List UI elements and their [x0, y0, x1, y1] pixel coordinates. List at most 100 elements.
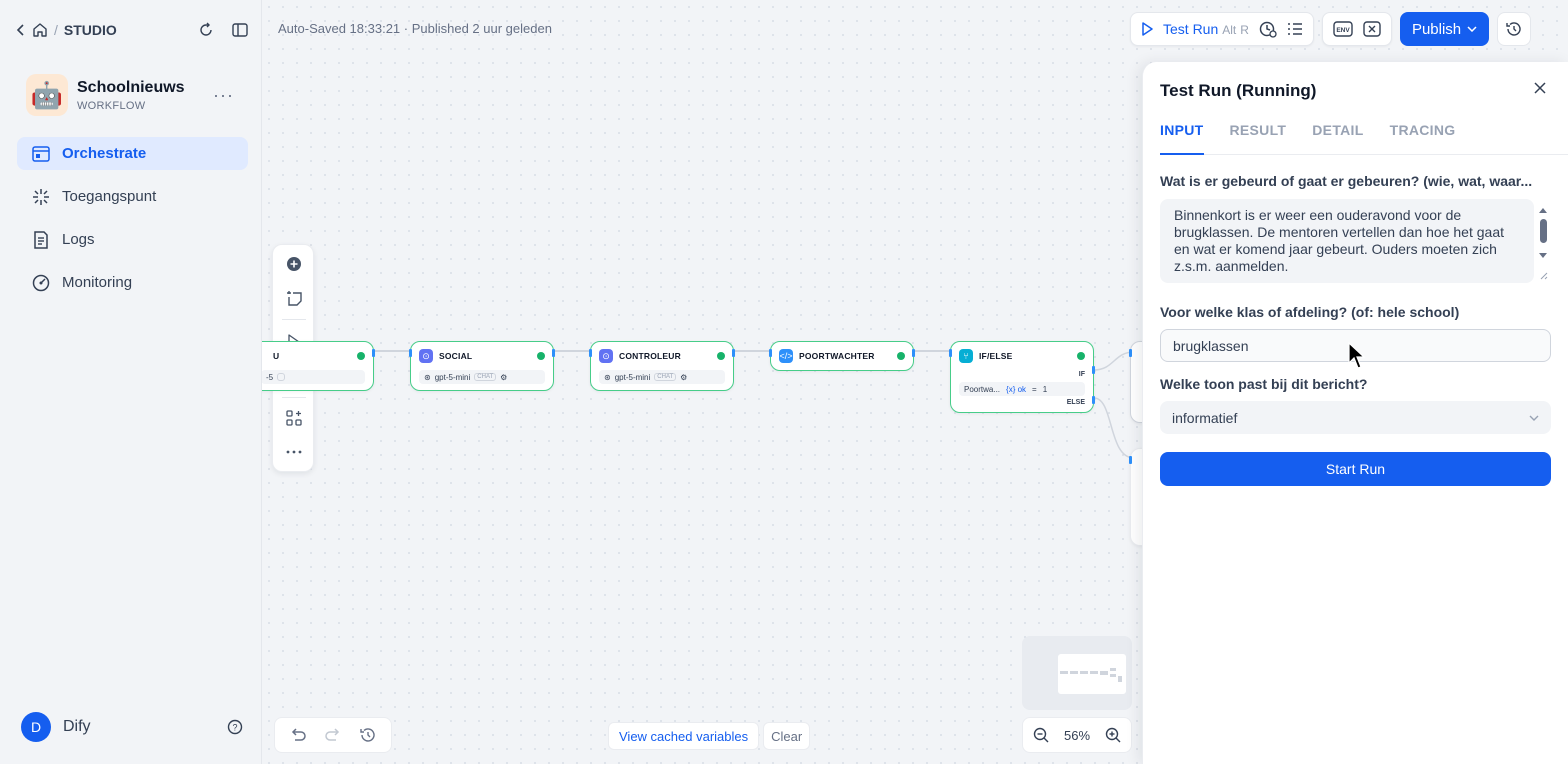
- more-icon[interactable]: ···: [213, 85, 234, 106]
- edge: [914, 350, 950, 352]
- close-icon[interactable]: [1534, 82, 1546, 94]
- panel-title: Test Run (Running): [1160, 81, 1317, 100]
- code-icon: </>: [779, 349, 793, 363]
- user-menu[interactable]: D Dify ?: [21, 712, 243, 742]
- sidebar-item-logs[interactable]: Logs: [17, 223, 248, 256]
- if-output-port[interactable]: [1092, 366, 1095, 374]
- sidebar-item-orchestrate[interactable]: Orchestrate: [17, 137, 248, 170]
- branch-icon: ⑂: [959, 349, 973, 363]
- access-point-icon: [31, 188, 51, 206]
- logs-icon: [31, 230, 51, 249]
- start-run-button[interactable]: Start Run: [1160, 452, 1551, 486]
- node-title: POORTWACHTER: [799, 351, 875, 361]
- tab-tracing[interactable]: TRACING: [1390, 122, 1456, 155]
- node-input-port[interactable]: [589, 349, 592, 357]
- change-history-icon[interactable]: [359, 727, 376, 743]
- view-cached-variables-button[interactable]: View cached variables: [608, 722, 760, 750]
- node-output-port[interactable]: [912, 349, 915, 357]
- tab-detail[interactable]: DETAIL: [1312, 122, 1363, 155]
- cached-variables-bar: View cached variables Clear: [608, 722, 811, 750]
- sidebar-item-label: Logs: [62, 231, 95, 248]
- avatar: D: [21, 712, 51, 742]
- llm-icon: ⊙: [599, 349, 613, 363]
- question-1-textarea[interactable]: Binnenkort is er weer een ouderavond voo…: [1160, 199, 1534, 283]
- user-name: Dify: [63, 718, 91, 735]
- top-actions: Test Run Alt R ENV Publish: [1130, 12, 1532, 46]
- sidebar-toggle-icon[interactable]: [232, 23, 248, 37]
- clear-button[interactable]: Clear: [763, 722, 811, 750]
- node-social[interactable]: ⊙ SOCIAL ⊛ gpt-5-mini CHAT ⚙: [409, 341, 555, 391]
- node-model: ⊛ gpt-5-mini CHAT ⚙: [599, 370, 725, 384]
- publish-button[interactable]: Publish: [1399, 12, 1490, 46]
- organize-blocks-button[interactable]: [279, 403, 309, 433]
- node-output-port[interactable]: [552, 349, 555, 357]
- app-card[interactable]: 🤖 Schoolnieuws WORKFLOW ···: [26, 72, 248, 118]
- node-model: -5: [262, 370, 365, 384]
- textarea-scrollbar[interactable]: [1537, 203, 1549, 283]
- home-icon[interactable]: [32, 22, 48, 38]
- tab-result[interactable]: RESULT: [1230, 122, 1287, 155]
- history-icon: [1506, 21, 1522, 37]
- undo-redo-bar: [274, 717, 392, 753]
- add-note-button[interactable]: [279, 283, 309, 313]
- test-run-button[interactable]: Test Run Alt R: [1163, 21, 1249, 37]
- workflow-node[interactable]: U -5: [262, 341, 375, 391]
- app-avatar: 🤖: [26, 74, 68, 116]
- node-input-port[interactable]: [1129, 456, 1132, 464]
- breadcrumb-separator: /: [54, 22, 58, 38]
- run-history-icon[interactable]: [1259, 20, 1277, 38]
- node-title: IF/ELSE: [979, 351, 1013, 361]
- sidebar-item-label: Toegangspunt: [62, 188, 157, 205]
- test-run-group: Test Run Alt R: [1130, 12, 1314, 46]
- node-input-port[interactable]: [769, 349, 772, 357]
- zoom-controls: 56%: [1022, 717, 1132, 753]
- question-2-label: Voor welke klas of afdeling? (of: hele s…: [1160, 304, 1460, 320]
- node-if-else[interactable]: ⑂ IF/ELSE IF Poortwa... {x} ok = 1 ELSE: [949, 341, 1095, 413]
- llm-icon: ⊙: [419, 349, 433, 363]
- variables-icon[interactable]: [1363, 21, 1381, 37]
- checklist-icon[interactable]: [1287, 22, 1303, 36]
- node-poortwachter[interactable]: </> POORTWACHTER: [769, 341, 915, 371]
- chevron-down-icon: [1529, 415, 1539, 421]
- zoom-out-icon[interactable]: [1033, 727, 1049, 743]
- node-model: ⊛ gpt-5-mini CHAT ⚙: [419, 370, 545, 384]
- question-3-select[interactable]: informatief: [1160, 401, 1551, 434]
- zoom-in-icon[interactable]: [1105, 727, 1121, 743]
- success-icon: [537, 352, 545, 360]
- refresh-icon[interactable]: [198, 22, 214, 38]
- edge: [374, 350, 410, 352]
- panel-tabs: INPUT RESULT DETAIL TRACING: [1160, 122, 1568, 155]
- orchestrate-icon: [31, 145, 51, 162]
- if-condition: Poortwa... {x} ok = 1: [959, 382, 1085, 396]
- version-history-button[interactable]: [1497, 12, 1532, 46]
- minimap-viewport[interactable]: [1058, 654, 1126, 694]
- node-input-port[interactable]: [1129, 349, 1132, 357]
- zoom-level[interactable]: 56%: [1064, 728, 1090, 743]
- minimap[interactable]: [1022, 636, 1132, 710]
- node-input-port[interactable]: [949, 349, 952, 357]
- openai-icon: ⊛: [604, 372, 611, 382]
- edge: [554, 350, 590, 352]
- breadcrumb-studio[interactable]: STUDIO: [64, 22, 117, 38]
- node-input-port[interactable]: [409, 349, 412, 357]
- undo-icon[interactable]: [290, 728, 307, 742]
- else-output-port[interactable]: [1092, 396, 1095, 404]
- edge: [734, 350, 770, 352]
- env-button[interactable]: ENV: [1333, 21, 1353, 37]
- node-output-port[interactable]: [372, 349, 375, 357]
- mouse-cursor-icon: [1348, 342, 1366, 369]
- play-icon: [1141, 22, 1153, 36]
- help-icon[interactable]: ?: [227, 719, 243, 735]
- node-controleur[interactable]: ⊙ CONTROLEUR ⊛ gpt-5-mini CHAT ⚙: [589, 341, 735, 391]
- toolbar-divider: [282, 319, 306, 320]
- sidebar-item-monitoring[interactable]: Monitoring: [17, 266, 248, 299]
- tab-input[interactable]: INPUT: [1160, 122, 1204, 155]
- add-node-button[interactable]: [279, 249, 309, 279]
- redo-icon[interactable]: [325, 728, 341, 742]
- chevron-left-icon[interactable]: [16, 23, 26, 37]
- sidebar-item-toegangspunt[interactable]: Toegangspunt: [17, 180, 248, 213]
- more-options-button[interactable]: [279, 437, 309, 467]
- node-output-port[interactable]: [732, 349, 735, 357]
- monitoring-icon: [31, 274, 51, 292]
- app-type: WORKFLOW: [77, 100, 146, 112]
